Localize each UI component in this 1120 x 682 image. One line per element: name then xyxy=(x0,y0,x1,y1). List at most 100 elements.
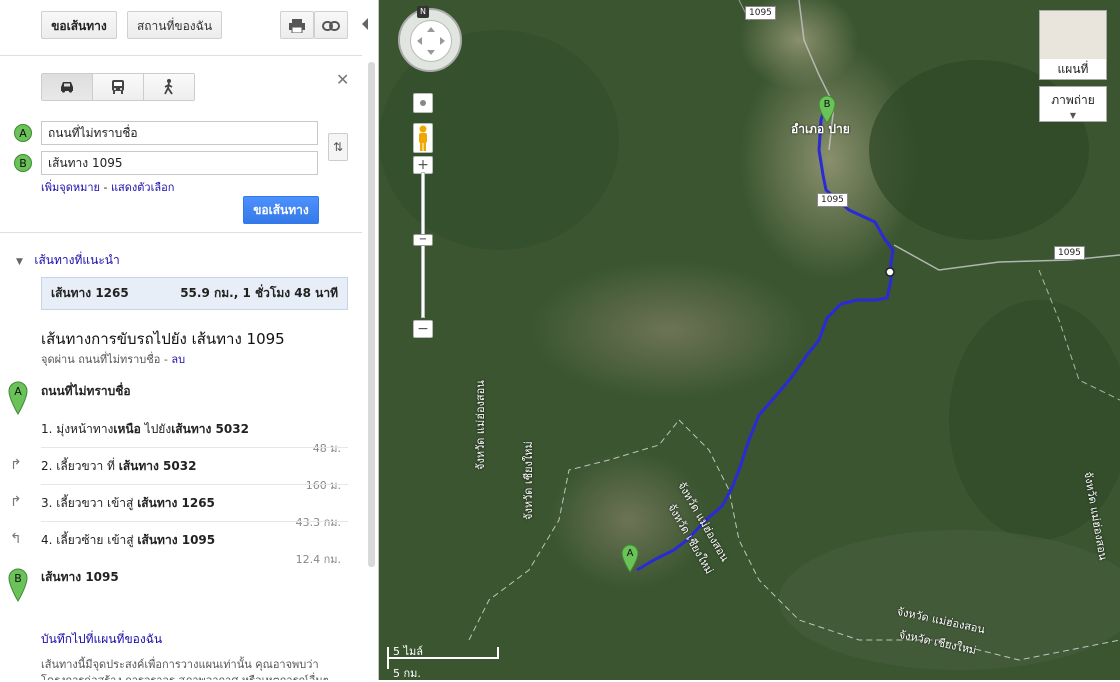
print-button[interactable] xyxy=(280,11,314,39)
step-4[interactable]: 4. เลี้ยวซ้าย เข้าสู่ เส้นทาง 1095 xyxy=(41,531,215,550)
directions-title: เส้นทางการขับรถไปยัง เส้นทาง 1095 xyxy=(41,330,285,348)
get-directions-button[interactable]: ขอเส้นทาง xyxy=(243,196,319,224)
via-line: จุดผ่าน ถนนที่ไม่ทราบชื่อ - ลบ xyxy=(41,350,185,368)
show-options-link[interactable]: แสดงตัวเลือก xyxy=(111,181,174,194)
province-label: จังหวัด แม่ฮ่องสอน xyxy=(474,380,487,470)
map-marker-b-label: B xyxy=(824,99,831,110)
step-direction: เหนือ xyxy=(113,422,141,436)
start-location-input[interactable]: ถนนที่ไม่ทราบชื่อ xyxy=(41,121,318,145)
pan-arrows-icon xyxy=(410,20,452,62)
map-type-map-button[interactable]: แผนที่ xyxy=(1039,10,1107,80)
expand-triangle-icon: ▼ xyxy=(16,257,23,267)
road-label-1095: 1095 xyxy=(817,193,848,207)
step-number: 1. xyxy=(41,422,53,436)
collapse-panel-icon[interactable] xyxy=(362,18,368,30)
via-text: จุดผ่าน ถนนที่ไม่ทราบชื่อ - xyxy=(41,353,172,366)
start-location-name: ถนนที่ไม่ทราบชื่อ xyxy=(41,384,131,398)
start-marker-icon: A xyxy=(14,124,32,142)
close-directions-icon[interactable]: ✕ xyxy=(336,70,349,89)
link-icon xyxy=(322,21,340,31)
pan-control[interactable] xyxy=(398,8,462,72)
step-road: เส้นทาง 1095 xyxy=(137,533,216,547)
divider xyxy=(41,484,348,485)
map-marker-a-label: A xyxy=(627,548,634,559)
route-name: เส้นทาง 1265 xyxy=(51,286,129,300)
step-road: เส้นทาง 5032 xyxy=(118,459,197,473)
print-icon xyxy=(289,19,305,34)
step-3[interactable]: 3. เลี้ยวขวา เข้าสู่ เส้นทาง 1265 xyxy=(41,494,215,513)
car-icon xyxy=(61,82,73,93)
north-indicator: N xyxy=(417,6,429,18)
suggested-routes-toggle[interactable]: ▼ เส้นทางที่แนะนำ xyxy=(16,251,120,270)
step-number: 3. xyxy=(41,496,53,510)
waypoint-handle[interactable] xyxy=(885,267,895,277)
zoom-out-button[interactable]: − xyxy=(413,320,433,338)
map-thumbnail xyxy=(1040,11,1106,59)
suggested-routes-heading: เส้นทางที่แนะนำ xyxy=(34,253,120,267)
map-canvas[interactable]: A B อำเภอ ปาย 1095 1095 1095 จังหวัด แม่… xyxy=(379,0,1120,680)
map-type-map-label: แผนที่ xyxy=(1057,62,1089,76)
divider xyxy=(41,447,348,448)
road-label-1095: 1095 xyxy=(1054,246,1085,260)
province-label: จังหวัด เชียงใหม่ xyxy=(522,441,535,520)
pegman-icon xyxy=(419,125,427,151)
my-places-tab[interactable]: สถานที่ของฉัน xyxy=(127,11,222,39)
svg-text:A: A xyxy=(14,385,22,398)
directions-panel: ขอเส้นทาง สถานที่ของฉัน ✕ A ถนนที่ไม่ทรา… xyxy=(0,0,379,680)
reset-view-button[interactable] xyxy=(413,93,433,113)
map-type-satellite-label: ภาพถ่าย xyxy=(1051,93,1095,107)
add-destination-link[interactable]: เพิ่มจุดหมาย xyxy=(41,181,100,194)
step-text-mid: ไปยัง xyxy=(140,422,172,436)
step-2[interactable]: 2. เลี้ยวขวา ที่ เส้นทาง 5032 xyxy=(41,457,196,476)
end-marker-icon: B xyxy=(14,154,32,172)
satellite-imagery: A B xyxy=(379,0,1120,680)
end-location-name: เส้นทาง 1095 xyxy=(41,570,119,584)
turn-left-icon: ↰ xyxy=(10,531,22,547)
map-type-satellite-button[interactable]: ภาพถ่าย ▼ xyxy=(1039,86,1107,122)
divider xyxy=(41,521,348,522)
turn-right-icon: ↱ xyxy=(10,494,22,510)
panel-scrollbar[interactable] xyxy=(368,62,375,567)
swap-locations-button[interactable]: ⇅ xyxy=(328,133,348,161)
mode-walking[interactable] xyxy=(144,74,194,100)
suggested-route-item[interactable]: เส้นทาง 1265 55.9 กม., 1 ชั่วโมง 48 นาที xyxy=(41,277,348,310)
end-location-input[interactable]: เส้นทาง 1095 xyxy=(41,151,318,175)
step-distance: 48 ม. xyxy=(312,442,341,455)
step-1[interactable]: 1. มุ่งหน้าทางเหนือ ไปยังเส้นทาง 5032 xyxy=(41,420,249,439)
scale-tick xyxy=(497,647,499,659)
turn-right-icon: ↱ xyxy=(10,457,22,473)
end-pin-icon: B xyxy=(8,568,28,602)
save-to-my-maps-link[interactable]: บันทึกไปที่แผนที่ของฉัน xyxy=(41,630,162,649)
get-directions-tab[interactable]: ขอเส้นทาง xyxy=(41,11,117,39)
road-label-1095: 1095 xyxy=(745,6,776,20)
link-separator: - xyxy=(99,181,111,194)
form-options-links: เพิ่มจุดหมาย - แสดงตัวเลือก xyxy=(41,178,174,196)
remove-waypoint-link[interactable]: ลบ xyxy=(171,353,185,366)
zoom-slider-thumb[interactable]: − xyxy=(413,234,433,246)
scale-km-label: 5 กม. xyxy=(393,667,421,680)
step-distance: 12.4 กม. xyxy=(295,553,341,566)
street-view-pegman[interactable] xyxy=(413,123,433,153)
bus-icon xyxy=(112,80,124,94)
dot-icon xyxy=(420,100,426,106)
step-distance: 160 ม. xyxy=(305,479,341,492)
mode-transit[interactable] xyxy=(93,74,144,100)
route-summary: 55.9 กม., 1 ชั่วโมง 48 นาที xyxy=(180,286,338,300)
step-text: เลี้ยวขวา เข้าสู่ xyxy=(56,496,138,510)
directions-disclaimer: เส้นทางนี้มีจุดประสงค์เพื่อการวางแผนเท่า… xyxy=(41,658,329,680)
start-pin-icon: A xyxy=(8,381,28,415)
link-button[interactable] xyxy=(314,11,348,39)
step-road: เส้นทาง 5032 xyxy=(171,422,249,436)
panel-toolbar: ขอเส้นทาง สถานที่ของฉัน xyxy=(0,0,378,50)
place-label-pai: อำเภอ ปาย xyxy=(791,122,850,136)
travel-mode-selector xyxy=(41,73,195,101)
step-text: มุ่งหน้าทาง xyxy=(56,422,114,436)
scale-tick xyxy=(387,647,389,669)
divider xyxy=(0,232,362,233)
step-number: 4. xyxy=(41,533,53,547)
step-number: 2. xyxy=(41,459,53,473)
walk-icon xyxy=(164,79,173,95)
step-text: เลี้ยวซ้าย เข้าสู่ xyxy=(56,533,138,547)
mode-driving[interactable] xyxy=(42,74,93,100)
map-scale: 5 ไมล์ 5 กม. xyxy=(385,642,500,680)
